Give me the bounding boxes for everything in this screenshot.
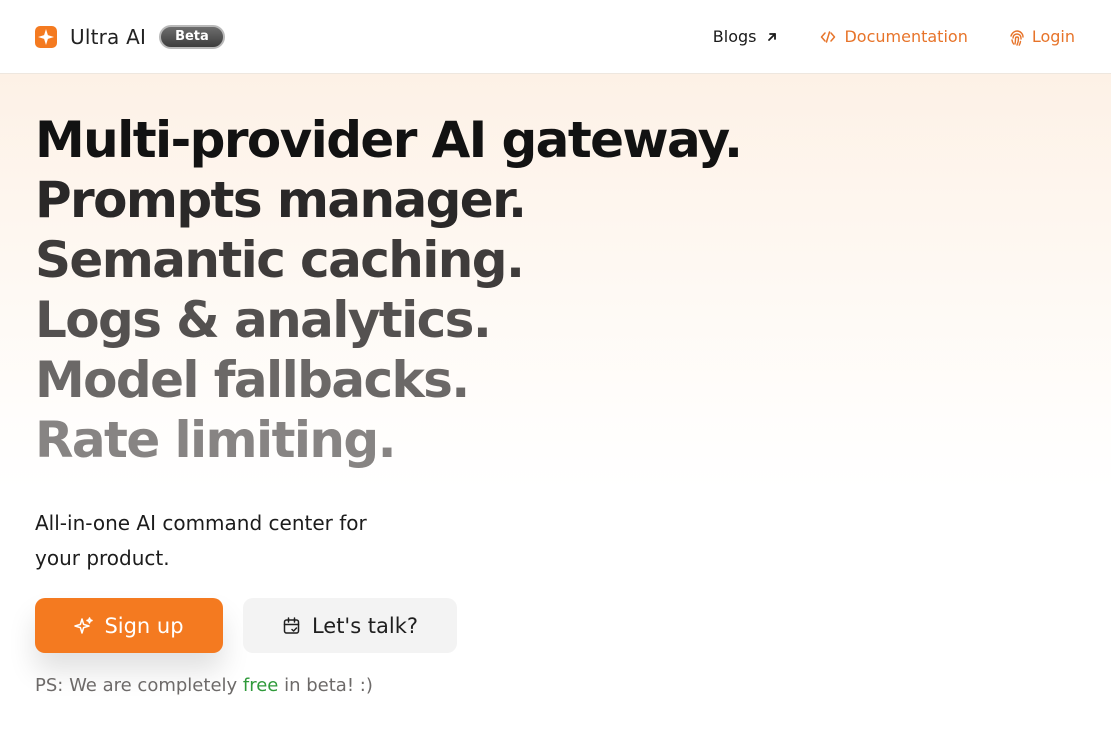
hero-subtext: All-in-one AI command center for your pr… <box>35 511 367 570</box>
code-icon <box>820 29 836 45</box>
sign-up-label: Sign up <box>104 613 184 638</box>
nav-documentation-label: Documentation <box>844 27 968 46</box>
lets-talk-label: Let's talk? <box>311 613 419 638</box>
hero-headline: Multi-provider AI gateway. Prompts manag… <box>35 110 1111 470</box>
headline-line-3: Semantic caching. <box>35 231 525 289</box>
fingerprint-icon <box>1008 29 1024 46</box>
nav-blogs-label: Blogs <box>712 27 757 46</box>
beta-badge: Beta <box>159 24 225 49</box>
calendar-icon <box>282 616 302 636</box>
main-nav: Blogs Documentation Login <box>713 27 1075 46</box>
hero-section: Multi-provider AI gateway. Prompts manag… <box>0 74 1111 746</box>
sign-up-button[interactable]: Sign up <box>35 598 223 653</box>
nav-login-label: Login <box>1031 27 1075 46</box>
nav-documentation-link[interactable]: Documentation <box>820 27 968 46</box>
headline-line-6: Rate limiting. <box>35 411 397 469</box>
nav-blogs-link[interactable]: Blogs <box>713 27 781 46</box>
headline-line-4: Logs & analytics. <box>35 291 492 349</box>
free-highlight: free <box>242 675 279 696</box>
brand[interactable]: Ultra AI Beta <box>35 24 225 49</box>
top-nav-bar: Ultra AI Beta Blogs Documentation Login <box>0 0 1111 74</box>
brand-name: Ultra AI <box>70 24 147 49</box>
headline-line-1: Multi-provider AI gateway. <box>35 111 743 169</box>
lets-talk-button[interactable]: Let's talk? <box>243 598 457 653</box>
arrow-up-right-icon <box>764 29 780 45</box>
nav-login-link[interactable]: Login <box>1008 27 1075 46</box>
cta-row: Sign up Let's talk? <box>35 598 1111 653</box>
beta-note: PS: We are completely free in beta! :) <box>35 675 1111 696</box>
beta-note-prefix: PS: We are completely <box>35 675 243 696</box>
sparkles-icon <box>74 616 94 636</box>
logo-icon <box>35 25 57 48</box>
beta-note-suffix: in beta! :) <box>278 675 373 696</box>
headline-line-5: Model fallbacks. <box>35 351 470 409</box>
headline-line-2: Prompts manager. <box>35 171 527 229</box>
